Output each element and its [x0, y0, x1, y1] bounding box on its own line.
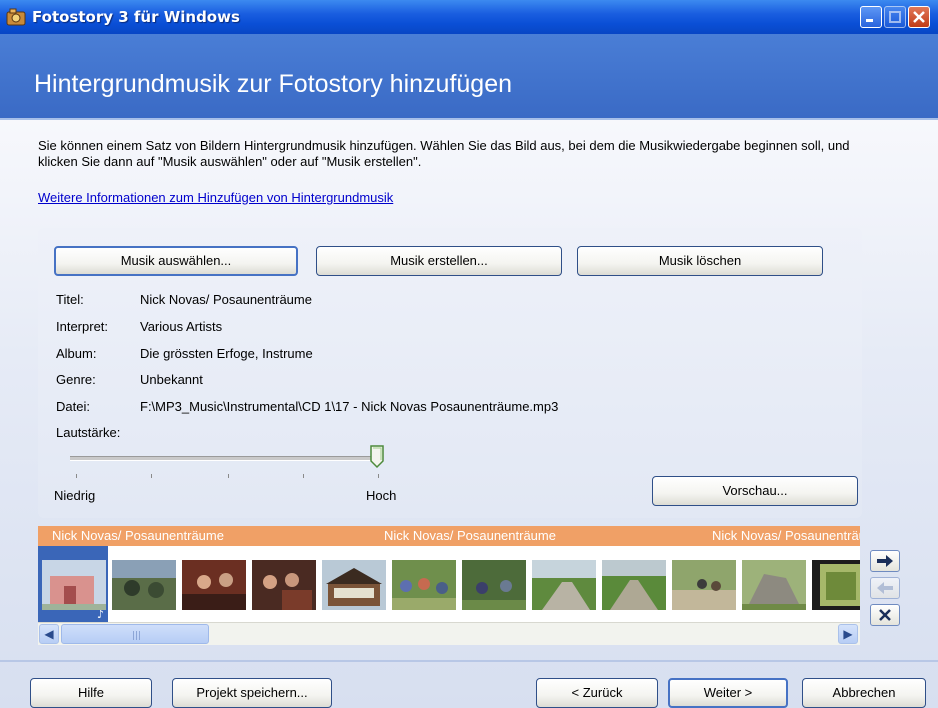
- delete-x-icon: [879, 609, 891, 621]
- move-left-button[interactable]: [870, 577, 900, 599]
- scroll-left-button[interactable]: ◀: [39, 624, 59, 644]
- slider-tick: [76, 474, 77, 478]
- artist-value: Various Artists: [140, 319, 223, 334]
- grip-icon: |||: [132, 631, 142, 641]
- thumbnail-9[interactable]: [602, 560, 666, 610]
- arrow-left-icon: [877, 582, 893, 594]
- title-label: Titel:: [56, 292, 84, 307]
- genre-value: Unbekannt: [140, 372, 203, 387]
- arrow-right-icon: [877, 555, 893, 567]
- description-text: Sie können einem Satz von Bildern Hinter…: [38, 138, 850, 169]
- slider-tick: [228, 474, 229, 478]
- header-band: Hintergrundmusik zur Fotostory hinzufüge…: [0, 34, 938, 120]
- thumbnail-10[interactable]: [672, 560, 736, 610]
- page-title: Hintergrundmusik zur Fotostory hinzufüge…: [34, 70, 513, 98]
- app-icon: [6, 8, 26, 26]
- app-window: Fotostory 3 für Windows Hintergrundmusik…: [0, 0, 938, 708]
- filmstrip-scrollbar[interactable]: ◀ ||| ▶: [38, 622, 860, 645]
- remove-button[interactable]: [870, 604, 900, 626]
- artist-label: Interpret:: [56, 319, 109, 334]
- next-button[interactable]: Weiter >: [668, 678, 788, 708]
- maximize-button[interactable]: [884, 6, 906, 28]
- file-value: F:\MP3_Music\Instrumental\CD 1\17 - Nick…: [140, 399, 559, 414]
- select-music-button[interactable]: Musik auswählen...: [54, 246, 298, 276]
- thumbnail-7[interactable]: [462, 560, 526, 610]
- create-music-button[interactable]: Musik erstellen...: [316, 246, 562, 276]
- scroll-right-button[interactable]: ▶: [838, 624, 858, 644]
- volume-slider-track[interactable]: [70, 456, 380, 461]
- save-project-button[interactable]: Projekt speichern...: [172, 678, 332, 708]
- thumbnail-6[interactable]: [392, 560, 456, 610]
- minimize-icon: [866, 19, 873, 22]
- move-right-button[interactable]: [870, 550, 900, 572]
- music-strip-label: Nick Novas/ Posaunenträume: [384, 528, 556, 543]
- volume-min-label: Niedrig: [54, 488, 96, 503]
- title-bar[interactable]: Fotostory 3 für Windows: [0, 0, 938, 34]
- slider-tick: [151, 474, 152, 478]
- help-button[interactable]: Hilfe: [30, 678, 152, 708]
- album-value: Die grössten Erfoge, Instrume: [140, 346, 313, 361]
- music-strip-label: Nick Novas/ Posaunenträume: [712, 528, 860, 543]
- genre-label: Genre:: [56, 372, 96, 387]
- filmstrip[interactable]: ♪: [38, 546, 860, 622]
- slider-tick: [378, 474, 379, 478]
- back-button[interactable]: < Zurück: [536, 678, 658, 708]
- delete-music-button[interactable]: Musik löschen: [577, 246, 823, 276]
- cancel-button[interactable]: Abbrechen: [802, 678, 926, 708]
- footer-divider: [0, 660, 938, 662]
- music-strip-label: Nick Novas/ Posaunenträume: [52, 528, 224, 543]
- more-info-link[interactable]: Weitere Informationen zum Hinzufügen von…: [38, 190, 393, 205]
- thumbnail-1[interactable]: [42, 560, 106, 610]
- content-area: Sie können einem Satz von Bildern Hinter…: [0, 120, 938, 708]
- thumbnail-2[interactable]: [112, 560, 176, 610]
- volume-slider-thumb[interactable]: [369, 445, 385, 469]
- chevron-left-icon: ◀: [44, 627, 54, 641]
- thumbnail-12[interactable]: [812, 560, 860, 610]
- volume-label: Lautstärke:: [56, 425, 121, 440]
- thumbnail-4[interactable]: [252, 560, 316, 610]
- close-icon: [913, 11, 925, 23]
- minimize-button[interactable]: [860, 6, 882, 28]
- music-note-icon: ♪: [97, 608, 105, 621]
- window-title: Fotostory 3 für Windows: [32, 8, 240, 26]
- music-timeline-strip: Nick Novas/ Posaunenträume Nick Novas/ P…: [38, 526, 860, 546]
- file-label: Datei:: [56, 399, 90, 414]
- thumbnail-5[interactable]: [322, 560, 386, 610]
- close-button[interactable]: [908, 6, 930, 28]
- volume-max-label: Hoch: [366, 488, 397, 503]
- slider-tick: [303, 474, 304, 478]
- thumbnail-3[interactable]: [182, 560, 246, 610]
- chevron-right-icon: ▶: [843, 627, 853, 641]
- scrollbar-thumb[interactable]: |||: [61, 624, 209, 644]
- maximize-icon: [889, 11, 901, 23]
- preview-button[interactable]: Vorschau...: [652, 476, 858, 506]
- title-value: Nick Novas/ Posaunenträume: [140, 292, 312, 307]
- album-label: Album:: [56, 346, 97, 361]
- thumbnail-8[interactable]: [532, 560, 596, 610]
- thumbnail-11[interactable]: [742, 560, 806, 610]
